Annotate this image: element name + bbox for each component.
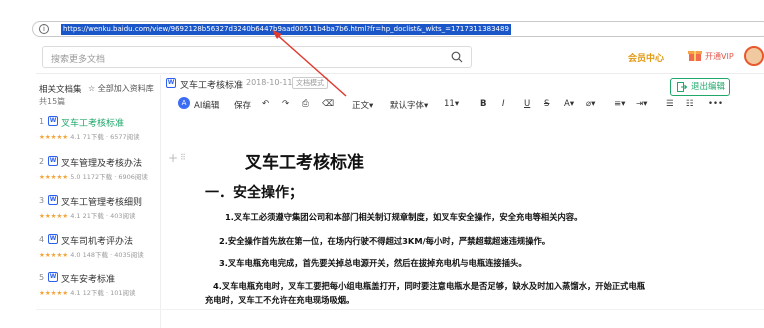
strikethrough-icon[interactable]: S	[544, 99, 549, 109]
size-value: 11	[444, 99, 455, 109]
exit-edit-button[interactable]: 退出编辑	[670, 78, 730, 96]
underline-icon[interactable]: U	[524, 99, 530, 109]
item-meta: ★★★★★ 4.1 21下载 · 403阅读	[39, 210, 136, 220]
search-box[interactable]: 搜索更多文档	[42, 46, 472, 68]
rating-stars: ★★★★★	[39, 289, 69, 297]
paragraph: 2.安全操作首先放在第一位，在场内行驶不得超过3KM/每小时，严禁超载超速违规操…	[219, 236, 551, 246]
avatar[interactable]	[744, 46, 764, 66]
drag-handle-icon[interactable]: ⠿	[180, 153, 186, 162]
item-meta: ★★★★★ 5.0 1172下载 · 6906阅读	[39, 171, 148, 181]
more-icon[interactable]: •••	[708, 99, 723, 109]
rating-stars: ★★★★★	[39, 251, 69, 259]
list-item[interactable]: 3 W 叉车工管理考核细则 ★★★★★ 4.1 21下载 · 403阅读	[36, 194, 161, 230]
save-button[interactable]: 保存	[234, 99, 251, 111]
font-color-icon[interactable]: A▾	[564, 99, 574, 109]
exit-icon	[677, 82, 687, 92]
paragraph: 1.叉车工必须遵守集团公司和本部门相关制订规章制度，如叉车安全操作，安全充电等相…	[225, 212, 583, 222]
list-item[interactable]: 4 W 叉车司机考评办法 ★★★★★ 4.0 148下载 · 4035阅读	[36, 233, 161, 269]
item-number: 3	[39, 196, 45, 205]
search-icon[interactable]	[451, 51, 463, 63]
style-select[interactable]: 正文▾	[352, 99, 373, 111]
item-stats: 4.1 71下载 · 6577阅读	[70, 133, 140, 141]
item-title[interactable]: 叉车管理及考核办法	[61, 156, 142, 169]
ordered-list-icon[interactable]: ☰	[666, 99, 674, 109]
related-docs-sidebar: 相关文档集 ☆ 全部加入资料库 共15篇 1 W 叉车工考核标准 ★★★★★ 4…	[36, 75, 161, 328]
style-value: 正文	[352, 101, 370, 111]
bullet-list-icon[interactable]: ☷	[686, 99, 694, 109]
list-item[interactable]: 1 W 叉车工考核标准 ★★★★★ 4.1 71下载 · 6577阅读	[36, 115, 161, 151]
align-icon[interactable]: ≡▾	[614, 99, 625, 109]
item-number: 5	[39, 273, 45, 282]
indent-icon[interactable]: ⇥▾	[636, 99, 647, 109]
paragraph: 4.叉车电瓶充电时，叉车工要把每小组电瓶盖打开，同时要注意电瓶水是否足够，缺水及…	[213, 281, 646, 291]
ai-icon[interactable]: A	[178, 97, 190, 109]
add-all-to-library[interactable]: ☆ 全部加入资料库	[88, 83, 154, 94]
eraser-icon[interactable]: ⌫	[322, 99, 334, 109]
item-number: 4	[39, 235, 45, 244]
ai-edit-button[interactable]: AI编辑	[194, 99, 219, 111]
redo-icon[interactable]: ↷	[282, 99, 289, 109]
bottom-divider	[36, 309, 764, 310]
word-doc-icon: W	[166, 78, 176, 88]
print-icon[interactable]: ⎙	[302, 99, 309, 109]
item-stats: 5.0 1172下载 · 6906阅读	[70, 173, 148, 181]
rating-stars: ★★★★★	[39, 133, 69, 141]
mode-badge: 文档模式	[292, 77, 328, 89]
open-vip-link[interactable]: 开通VIP	[705, 51, 734, 62]
word-doc-icon: W	[48, 116, 58, 126]
search-input[interactable]: 搜索更多文档	[51, 52, 105, 65]
list-item[interactable]: 5 W 叉车安考标准 ★★★★★ 4.1 12下载 · 101阅读	[36, 271, 161, 307]
word-doc-icon: W	[48, 195, 58, 205]
bold-icon[interactable]: B	[480, 99, 486, 109]
content-subheading: 一．安全操作；	[205, 185, 303, 201]
item-title[interactable]: 叉车司机考评办法	[61, 234, 133, 247]
item-title[interactable]: 叉车安考标准	[61, 272, 115, 285]
document-date: 2018-10-11	[246, 78, 293, 87]
font-value: 默认字体	[390, 101, 425, 111]
italic-icon[interactable]: I	[502, 99, 505, 109]
undo-icon[interactable]: ↶	[262, 99, 269, 109]
paragraph: 3.叉车电瓶充电完成，首先要关掉总电源开关，然后在拔掉充电机与电瓶连接插头。	[219, 258, 527, 268]
address-bar[interactable]: i https://wenku.baidu.com/view/9692128b5…	[32, 21, 764, 37]
item-stats: 4.1 12下载 · 101阅读	[70, 289, 136, 297]
item-meta: ★★★★★ 4.1 12下载 · 101阅读	[39, 287, 136, 297]
word-doc-icon: W	[48, 272, 58, 282]
top-header: 搜索更多文档 会员中心 开通VIP	[36, 38, 764, 74]
item-meta: ★★★★★ 4.0 148下载 · 4035阅读	[39, 249, 144, 259]
item-number: 1	[39, 117, 45, 126]
highlight-icon[interactable]: ⌀▾	[586, 99, 595, 109]
content-heading: 叉车工考核标准	[245, 153, 364, 173]
size-select[interactable]: 11▾	[444, 99, 459, 109]
browser-window: i https://wenku.baidu.com/view/9692128b5…	[0, 0, 764, 328]
item-meta: ★★★★★ 4.1 71下载 · 6577阅读	[39, 131, 140, 141]
item-stats: 4.0 148下载 · 4035阅读	[70, 251, 144, 259]
exit-edit-label: 退出编辑	[691, 82, 726, 92]
doc-count: 共15篇	[39, 97, 66, 106]
gift-icon[interactable]	[688, 48, 702, 62]
item-title[interactable]: 叉车工考核标准	[61, 116, 124, 129]
member-center-link[interactable]: 会员中心	[628, 51, 664, 64]
word-doc-icon: W	[48, 234, 58, 244]
sidebar-heading: 相关文档集	[39, 85, 82, 95]
add-block-icon[interactable]: +	[168, 151, 178, 165]
item-number: 2	[39, 157, 45, 166]
list-item[interactable]: 2 W 叉车管理及考核办法 ★★★★★ 5.0 1172下载 · 6906阅读	[36, 155, 161, 191]
word-doc-icon: W	[48, 156, 58, 166]
font-select[interactable]: 默认字体▾	[390, 99, 428, 111]
item-title[interactable]: 叉车工管理考核细则	[61, 195, 142, 208]
url-text[interactable]: https://wenku.baidu.com/view/9692128b563…	[61, 24, 511, 35]
document-title: 叉车工考核标准	[180, 81, 244, 91]
rating-stars: ★★★★★	[39, 173, 69, 181]
info-icon[interactable]: i	[39, 24, 49, 34]
paragraph: 充电时，叉车工不允许在充电现场吸烟。	[205, 295, 355, 305]
editor-toolbar: A AI编辑 保存 ↶ ↷ ⎙ ⌫ 正文▾ 默认字体▾ 11▾ B I U S …	[166, 97, 730, 115]
item-stats: 4.1 21下载 · 403阅读	[70, 212, 136, 220]
rating-stars: ★★★★★	[39, 212, 69, 220]
